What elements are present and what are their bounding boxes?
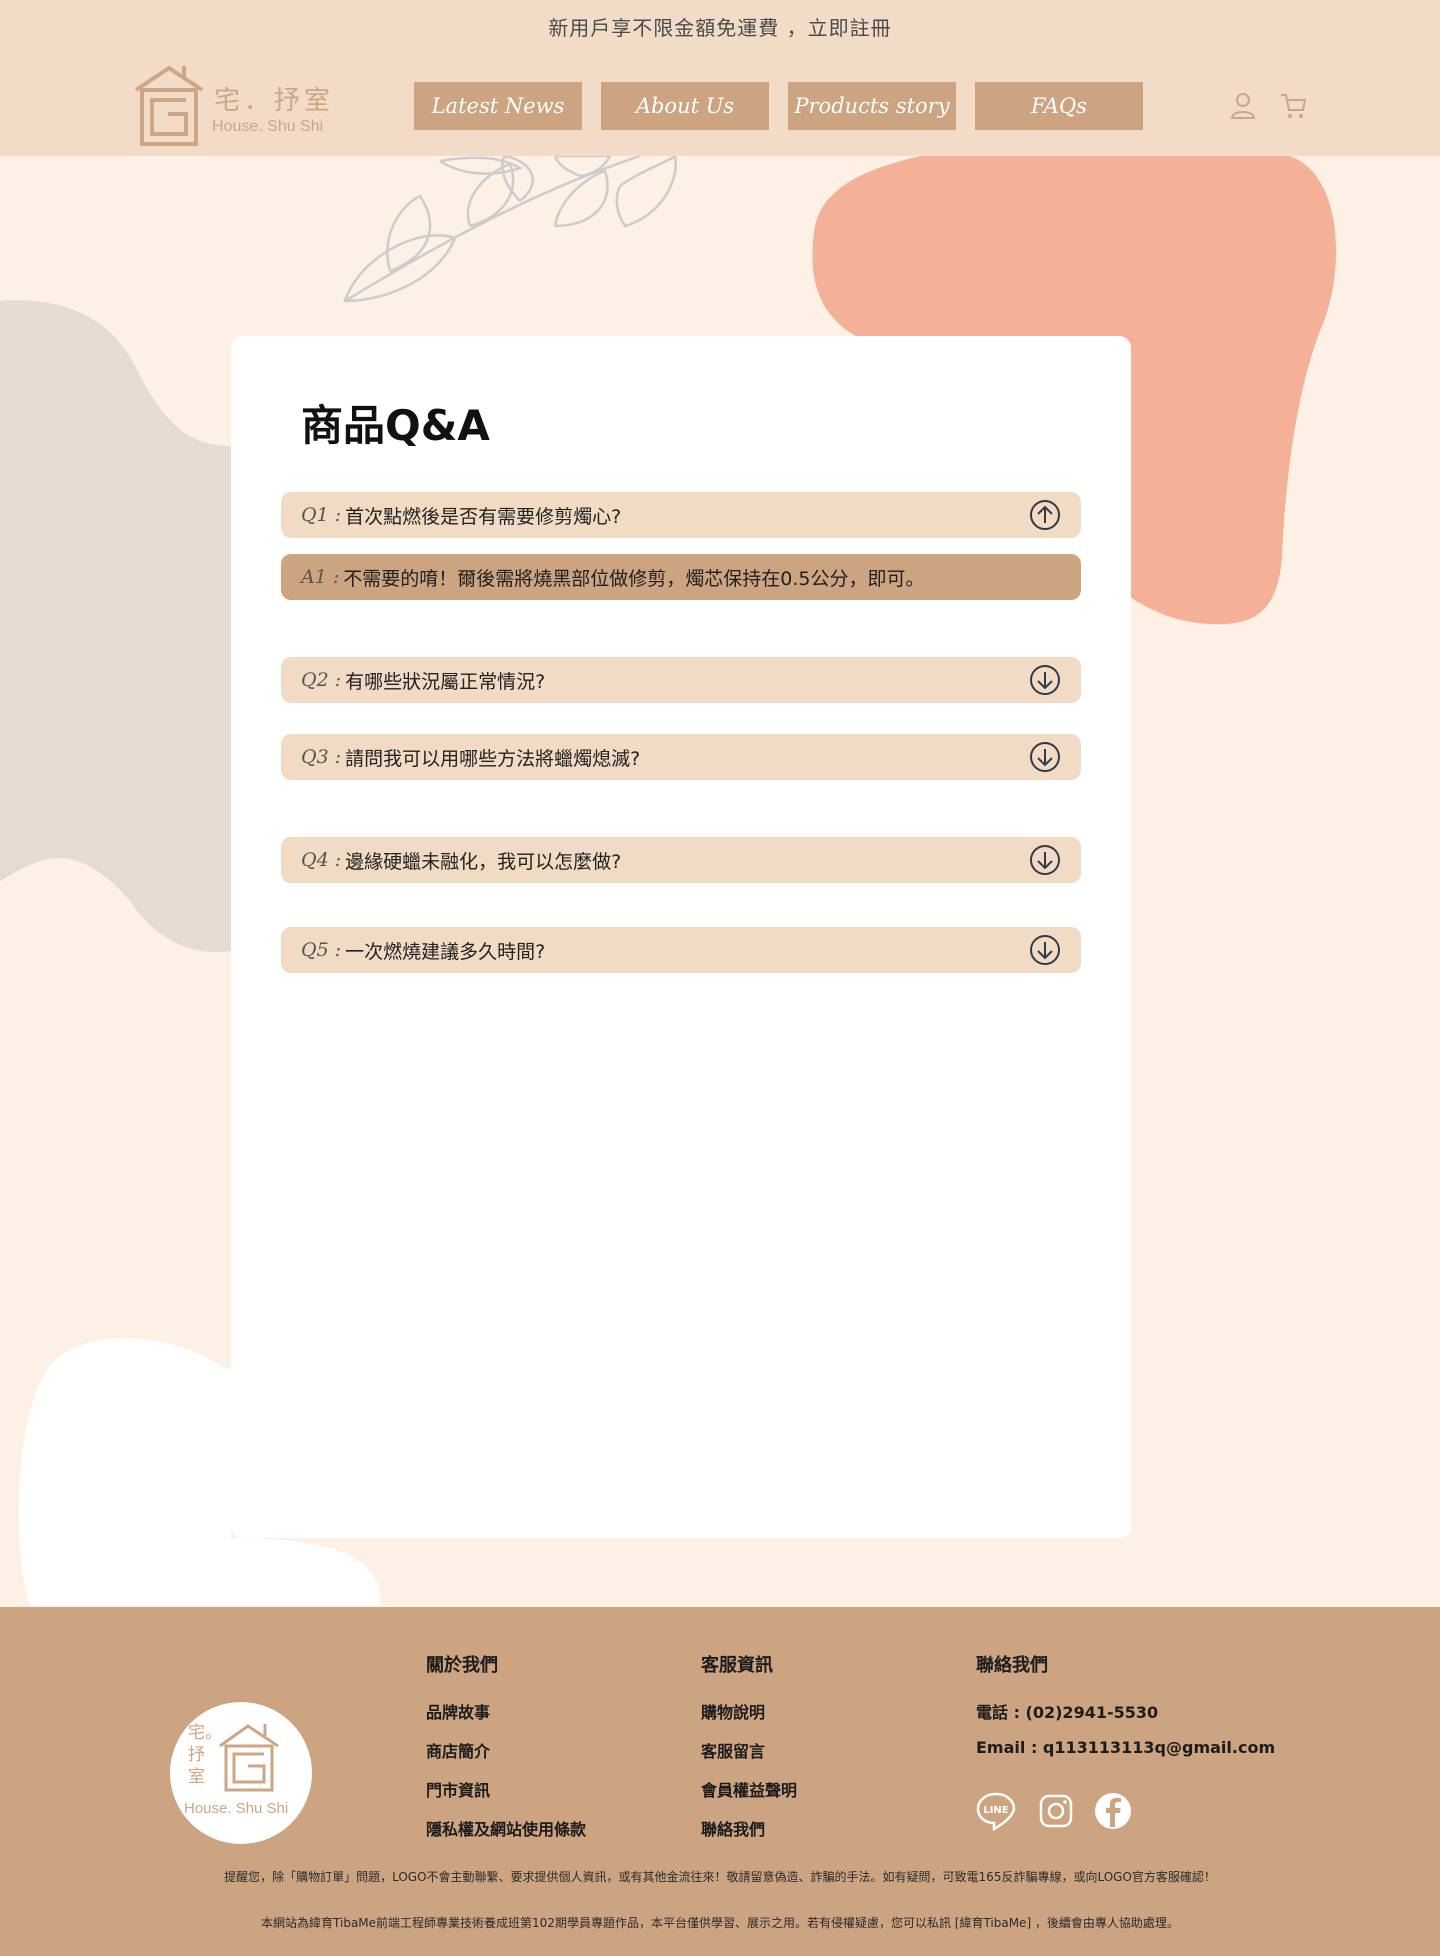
answer-text: 不需要的唷！爾後需將燒黑部位做修剪，燭芯保持在0.5公分，即可。 xyxy=(343,567,925,590)
question-text: 請問我可以用哪些方法將蠟燭熄滅? xyxy=(345,747,641,770)
site-header: 新用戶享不限金額免運費 ，立即註冊 宅．抒室 House. Shu Shi La… xyxy=(0,0,1440,156)
leaf-branch-icon xyxy=(343,156,677,303)
footer-link-contact-us[interactable]: 聯絡我們 xyxy=(701,1816,797,1855)
question-label: Q1 : xyxy=(301,504,342,526)
question-label: Q3 : xyxy=(301,746,342,768)
footer-phone[interactable]: 電話 : (02)2941-5530 xyxy=(976,1699,1275,1738)
footer-link-store-info[interactable]: 門市資訊 xyxy=(426,1777,586,1816)
facebook-icon[interactable] xyxy=(1093,1791,1133,1831)
page-title: 商品Q&A xyxy=(301,401,490,450)
footer-link-privacy-terms[interactable]: 隱私權及網站使用條款 xyxy=(426,1816,586,1855)
footer-service-column: 客服資訊 購物說明 客服留言 會員權益聲明 聯絡我們 xyxy=(701,1651,797,1855)
footer-copyright: 本網站為緯育TibaMe前端工程師專業技術養成班第102期學員專題作品，本平台僅… xyxy=(261,1916,1179,1930)
nav-faqs[interactable]: FAQs xyxy=(975,82,1143,130)
arrow-down-circle-icon[interactable] xyxy=(1029,741,1061,773)
instagram-icon[interactable] xyxy=(1036,1791,1076,1831)
announcement-bar[interactable]: 新用戶享不限金額免運費 ，立即註冊 xyxy=(0,12,1440,41)
arrow-up-circle-icon[interactable] xyxy=(1029,499,1061,531)
question-text: 一次燃燒建議多久時間? xyxy=(345,940,546,963)
nav-products-story[interactable]: Products story xyxy=(788,82,956,130)
brand-name-en: House. Shu Shi xyxy=(212,118,324,135)
question-label: Q2 : xyxy=(301,669,342,691)
arrow-down-circle-icon[interactable] xyxy=(1029,934,1061,966)
answer-label: A1 : xyxy=(301,566,340,588)
footer-link-member-rights[interactable]: 會員權益聲明 xyxy=(701,1777,797,1816)
footer-about-title: 關於我們 xyxy=(426,1655,498,1676)
line-icon[interactable]: LINE xyxy=(976,1791,1016,1831)
question-text: 有哪些狀況屬正常情況? xyxy=(345,670,546,693)
arrow-down-circle-icon[interactable] xyxy=(1029,844,1061,876)
faq-question-4[interactable]: Q4 : 邊緣硬蠟未融化，我可以怎麼做? xyxy=(281,837,1081,883)
faq-question-3[interactable]: Q3 : 請問我可以用哪些方法將蠟燭熄滅? xyxy=(281,734,1081,780)
faq-question-1[interactable]: Q1 : 首次點燃後是否有需要修剪燭心? xyxy=(281,492,1081,538)
nav-about-us[interactable]: About Us xyxy=(601,82,769,130)
footer-link-service-message[interactable]: 客服留言 xyxy=(701,1738,797,1777)
footer-contact-title: 聯絡我們 xyxy=(976,1655,1048,1676)
arrow-down-circle-icon[interactable] xyxy=(1029,664,1061,696)
nav-latest-news[interactable]: Latest News xyxy=(414,82,582,130)
question-text: 邊緣硬蠟未融化，我可以怎麼做? xyxy=(345,850,622,873)
brand-name-zh: 宅．抒室 xyxy=(214,86,335,116)
site-footer: 宅。抒室 House. Shu Shi 關於我們 品牌故事 商店簡介 門市資訊 … xyxy=(0,1607,1440,1956)
cart-icon[interactable] xyxy=(1278,90,1308,120)
footer-link-store-intro[interactable]: 商店簡介 xyxy=(426,1738,586,1777)
user-icon[interactable] xyxy=(1228,90,1258,120)
footer-logo-zh: 宅。抒室 xyxy=(188,1723,222,1787)
question-text: 首次點燃後是否有需要修剪燭心? xyxy=(345,505,622,528)
footer-email[interactable]: Email : q113113113q@gmail.com xyxy=(976,1738,1275,1777)
footer-link-brand-story[interactable]: 品牌故事 xyxy=(426,1699,586,1738)
gray-blob xyxy=(0,300,231,953)
footer-contact-column: 聯絡我們 電話 : (02)2941-5530 Email : q1131131… xyxy=(976,1651,1275,1777)
footer-link-shopping-guide[interactable]: 購物說明 xyxy=(701,1699,797,1738)
footer-fraud-notice: 提醒您，除「購物訂單」問題，LOGO不會主動聯繫、要求提供個人資訊，或有其他金流… xyxy=(224,1870,1216,1884)
question-label: Q4 : xyxy=(301,849,342,871)
footer-logo[interactable]: 宅。抒室 House. Shu Shi xyxy=(170,1702,312,1844)
faq-question-2[interactable]: Q2 : 有哪些狀況屬正常情況? xyxy=(281,657,1081,703)
faq-answer-1: A1 : 不需要的唷！爾後需將燒黑部位做修剪，燭芯保持在0.5公分，即可。 xyxy=(281,554,1081,600)
svg-text:LINE: LINE xyxy=(983,1805,1008,1816)
footer-logo-en: House. Shu Shi xyxy=(184,1800,289,1817)
faq-card: 商品Q&A Q1 : 首次點燃後是否有需要修剪燭心? A1 : 不需要的唷！爾後… xyxy=(231,336,1131,1538)
footer-service-title: 客服資訊 xyxy=(701,1655,773,1676)
question-label: Q5 : xyxy=(301,939,342,961)
brand-logo[interactable]: 宅．抒室 House. Shu Shi xyxy=(134,64,334,148)
house-logo-icon xyxy=(134,65,204,146)
footer-about-column: 關於我們 品牌故事 商店簡介 門市資訊 隱私權及網站使用條款 xyxy=(426,1651,586,1855)
faq-question-5[interactable]: Q5 : 一次燃燒建議多久時間? xyxy=(281,927,1081,973)
